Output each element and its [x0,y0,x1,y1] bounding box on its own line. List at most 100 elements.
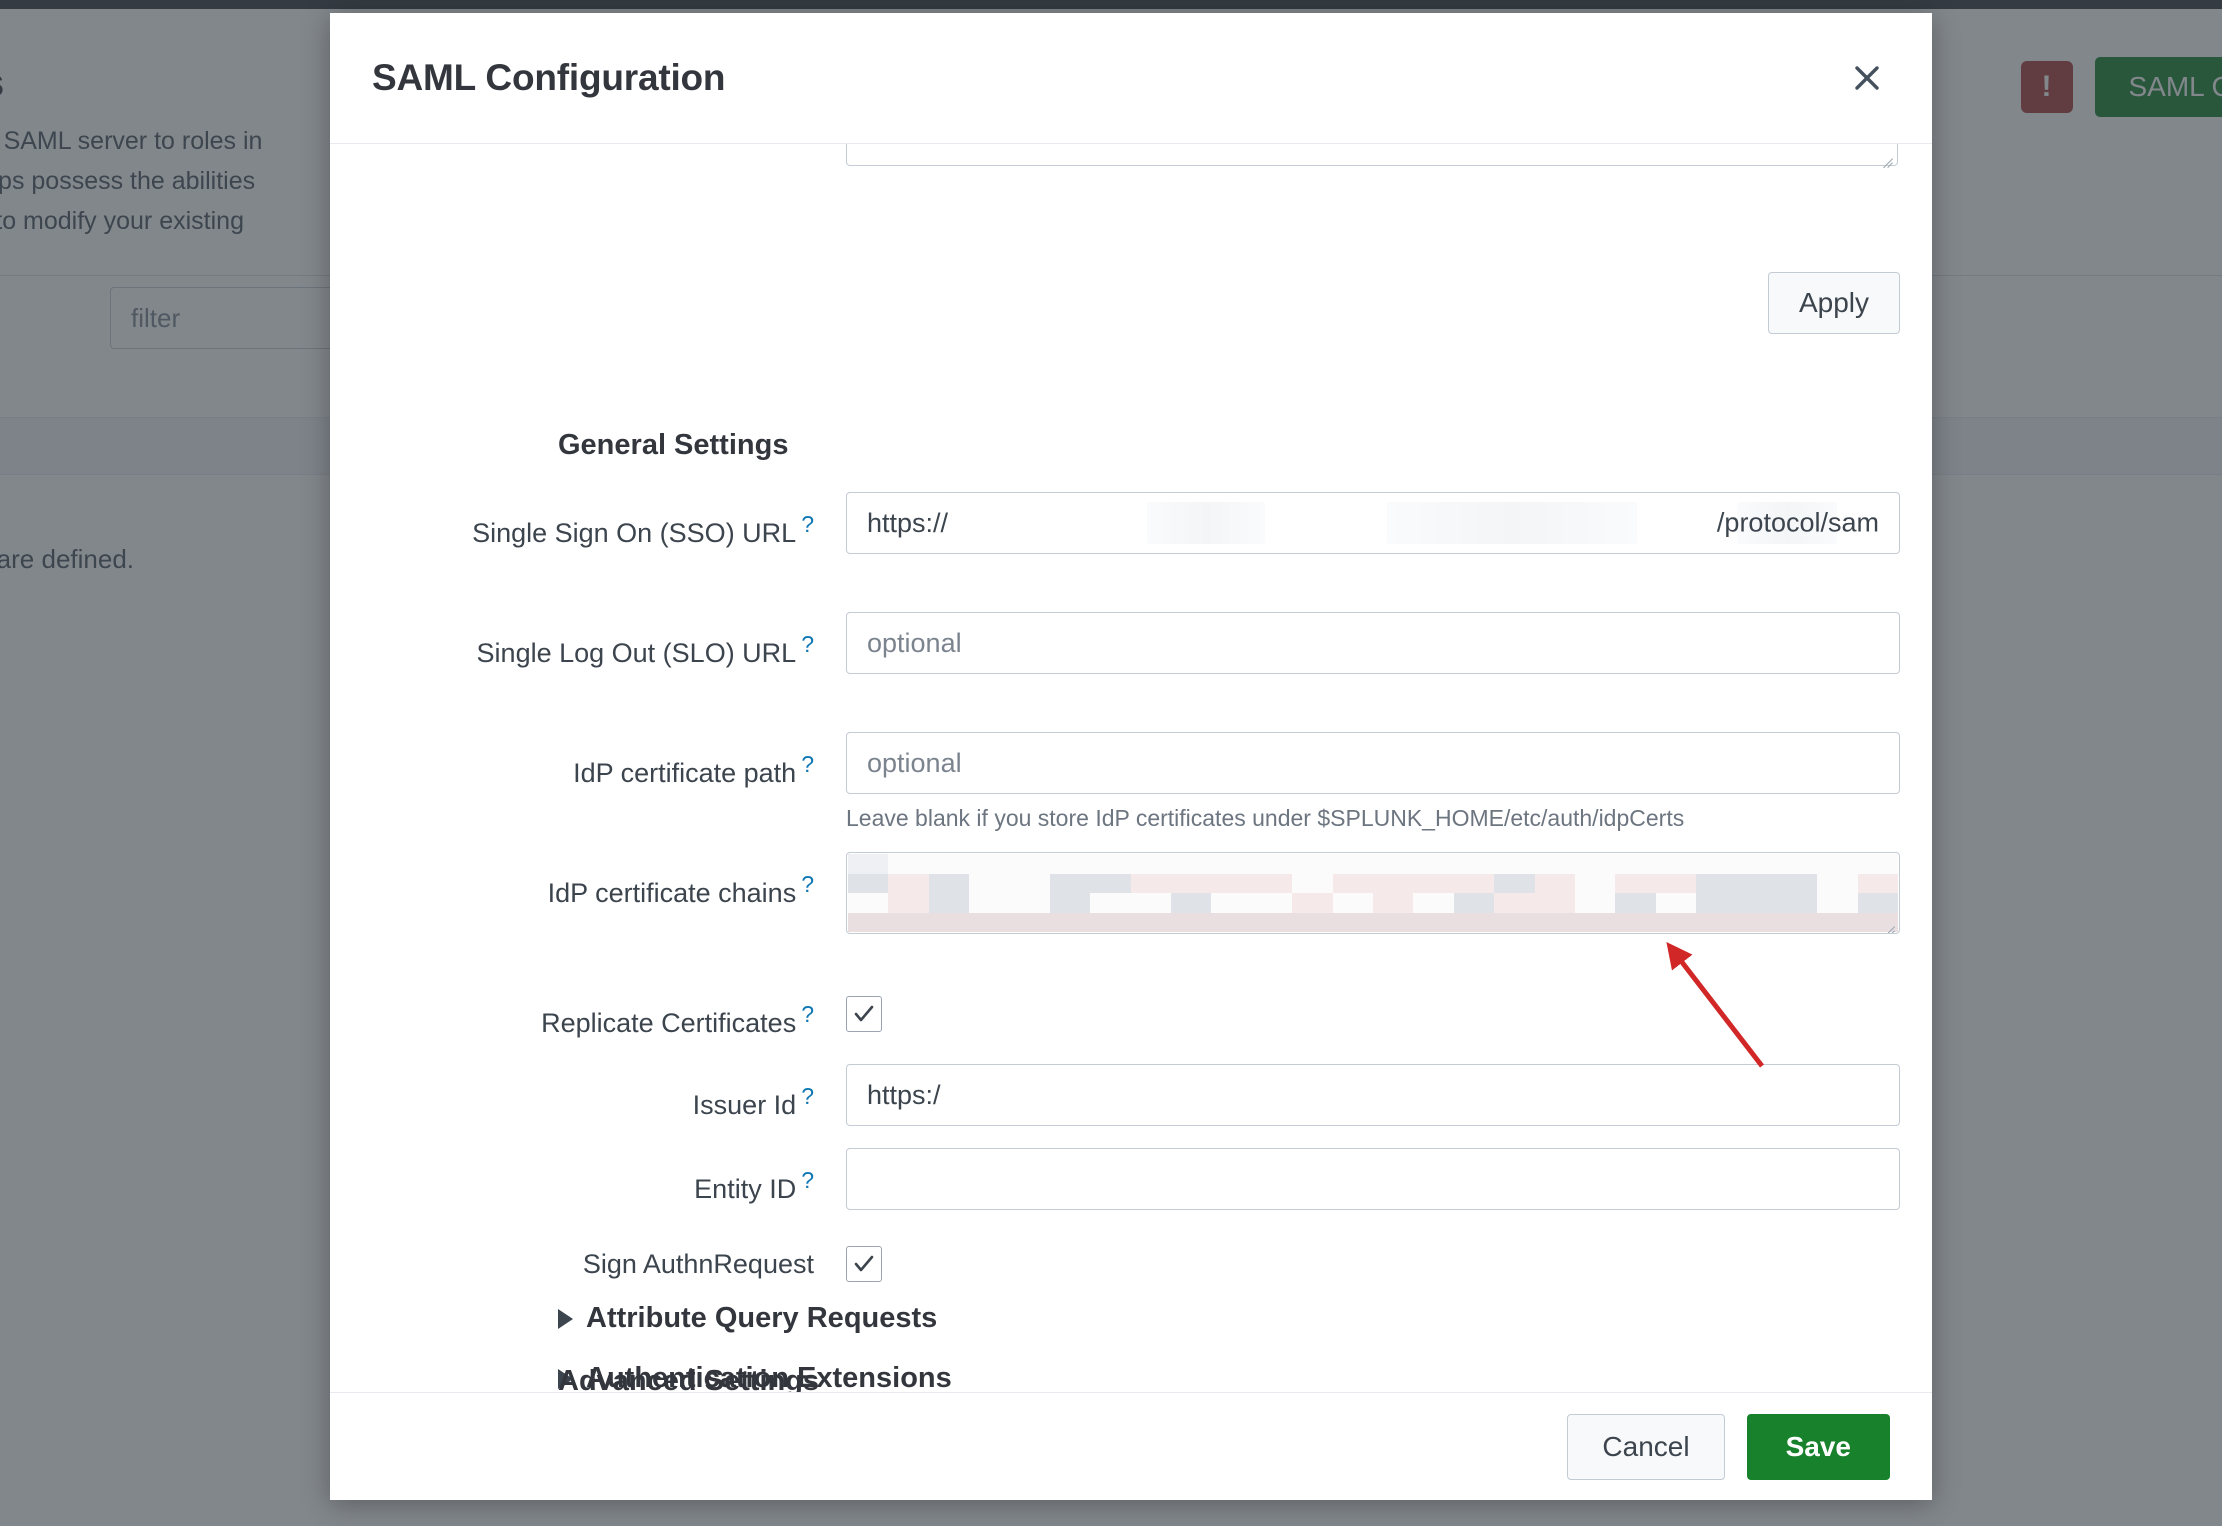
redacted-pixel [1171,873,1212,893]
sso-url-label-text: Single Sign On (SSO) URL [472,518,797,548]
replicate-certificates-checkbox[interactable] [846,996,882,1032]
redacted-pixel [1696,873,1737,893]
redacted-pixel [1857,873,1898,893]
field-row-issuer-id: Issuer Id? [330,1064,1900,1126]
cancel-button[interactable]: Cancel [1567,1413,1725,1480]
redacted-pixel [1494,873,1535,893]
redacted-pixel [1615,854,1656,874]
sign-authn-request-label: Sign AuthnRequest [330,1232,814,1283]
help-icon[interactable]: ? [801,751,814,777]
save-button[interactable]: Save [1746,1413,1890,1480]
help-icon[interactable]: ? [801,631,814,657]
redacted-pixel [1534,912,1575,932]
idp-cert-path-label-text: IdP certificate path [573,758,797,788]
redacted-pixel [1090,912,1131,932]
advanced-settings-heading[interactable]: Advanced Settings [558,1365,819,1392]
section-label: Attribute Query Requests [586,1302,938,1334]
redacted-pixel [1776,854,1818,874]
help-icon[interactable]: ? [801,1167,814,1193]
idp-cert-chains-textarea[interactable] [846,852,1900,934]
help-icon[interactable]: ? [801,1083,814,1109]
redacted-pixel [1130,893,1172,913]
redacted-pixel [1332,893,1373,913]
issuer-id-label-text: Issuer Id [692,1090,797,1120]
metadata-textarea[interactable] [846,144,1898,166]
redacted-pixel [1534,854,1575,874]
redacted-pixel [1090,854,1131,874]
section-attribute-query-requests[interactable]: Attribute Query Requests [558,1302,937,1335]
redacted-pixel [1373,912,1414,932]
redacted-pixel [1736,854,1777,874]
redacted-pixel [1251,873,1293,893]
help-icon[interactable]: ? [801,871,814,897]
redacted-pixel [888,854,929,874]
redacted-pixel [1171,912,1212,932]
redacted-pixel [1413,873,1454,893]
sign-authn-request-control [814,1232,1900,1283]
sign-authn-request-label-text: Sign AuthnRequest [582,1249,814,1279]
redacted-pixel [1453,912,1495,932]
redacted-pixel [1009,873,1050,893]
redacted-pixel [1171,854,1212,874]
redacted-pixel [1211,854,1252,874]
redacted-pixel [1776,912,1818,932]
help-icon[interactable]: ? [801,511,814,537]
redacted-pixel [1332,912,1373,932]
close-icon[interactable] [1844,55,1890,101]
redacted-pixel [1211,873,1252,893]
redacted-pixel [1696,912,1737,932]
entity-id-input[interactable] [846,1148,1900,1210]
redacted-pixel [888,873,929,893]
redacted-pixel [1373,893,1414,913]
redacted-pixel [888,912,929,932]
redacted-pixel [1574,912,1616,932]
sign-authn-request-checkbox[interactable] [846,1246,882,1282]
slo-url-label-text: Single Log Out (SLO) URL [476,638,797,668]
field-row-idp-cert-chains: IdP certificate chains? [330,852,1900,934]
redacted-pixel [1090,873,1131,893]
redacted-pixel [1817,912,1858,932]
issuer-id-input[interactable] [846,1064,1900,1126]
redacted-pixel [1049,912,1091,932]
redacted-pixel [969,893,1010,913]
redacted-pixel [1655,912,1697,932]
saml-configuration-modal: SAML Configuration Apply General Setting… [330,13,1932,1500]
redacted-pixel [1655,854,1697,874]
redacted-pixel [1292,854,1333,874]
redacted-pixel [1494,854,1535,874]
redacted-pixel [1211,912,1252,932]
redacted-pixel [1130,912,1172,932]
redacted-pixel [848,873,889,893]
apply-button[interactable]: Apply [1767,272,1900,334]
idp-cert-path-input[interactable] [846,732,1900,794]
redacted-pixel [1292,893,1333,913]
redacted-pixel [1130,873,1172,893]
redacted-pixel [1574,893,1616,913]
slo-url-control [814,612,1900,674]
redacted-pixel [1574,854,1616,874]
redacted-pixel [1049,873,1091,893]
redacted-pixel [969,854,1010,874]
redacted-pixel [1049,893,1091,913]
redacted-pixel [1130,854,1172,874]
idp-cert-path-control: Leave blank if you store IdP certificate… [814,732,1900,832]
field-row-sign-authn-request: Sign AuthnRequest [330,1232,1900,1283]
redacted-pixel [1736,912,1777,932]
replicate-certificates-label: Replicate Certificates? [330,982,814,1042]
redacted-pixel [1615,873,1656,893]
redacted-pixel [1696,854,1737,874]
help-icon[interactable]: ? [801,1001,814,1027]
redacted-pixel [928,893,970,913]
redacted-pixel [1413,854,1454,874]
slo-url-input[interactable] [846,612,1900,674]
redacted-pixel [969,912,1010,932]
redacted-pixel [1776,873,1818,893]
modal-header: SAML Configuration [330,13,1932,144]
redacted-pixel [1655,893,1697,913]
redacted-pixel [1696,893,1737,913]
redacted-pixel [1009,912,1050,932]
idp-cert-chains-control [814,852,1900,934]
sso-url-control: https:// /protocol/sam [814,492,1900,554]
sso-url-value-suffix: /protocol/sam [1716,507,1879,538]
sso-url-input[interactable]: https:// /protocol/sam [846,492,1900,554]
